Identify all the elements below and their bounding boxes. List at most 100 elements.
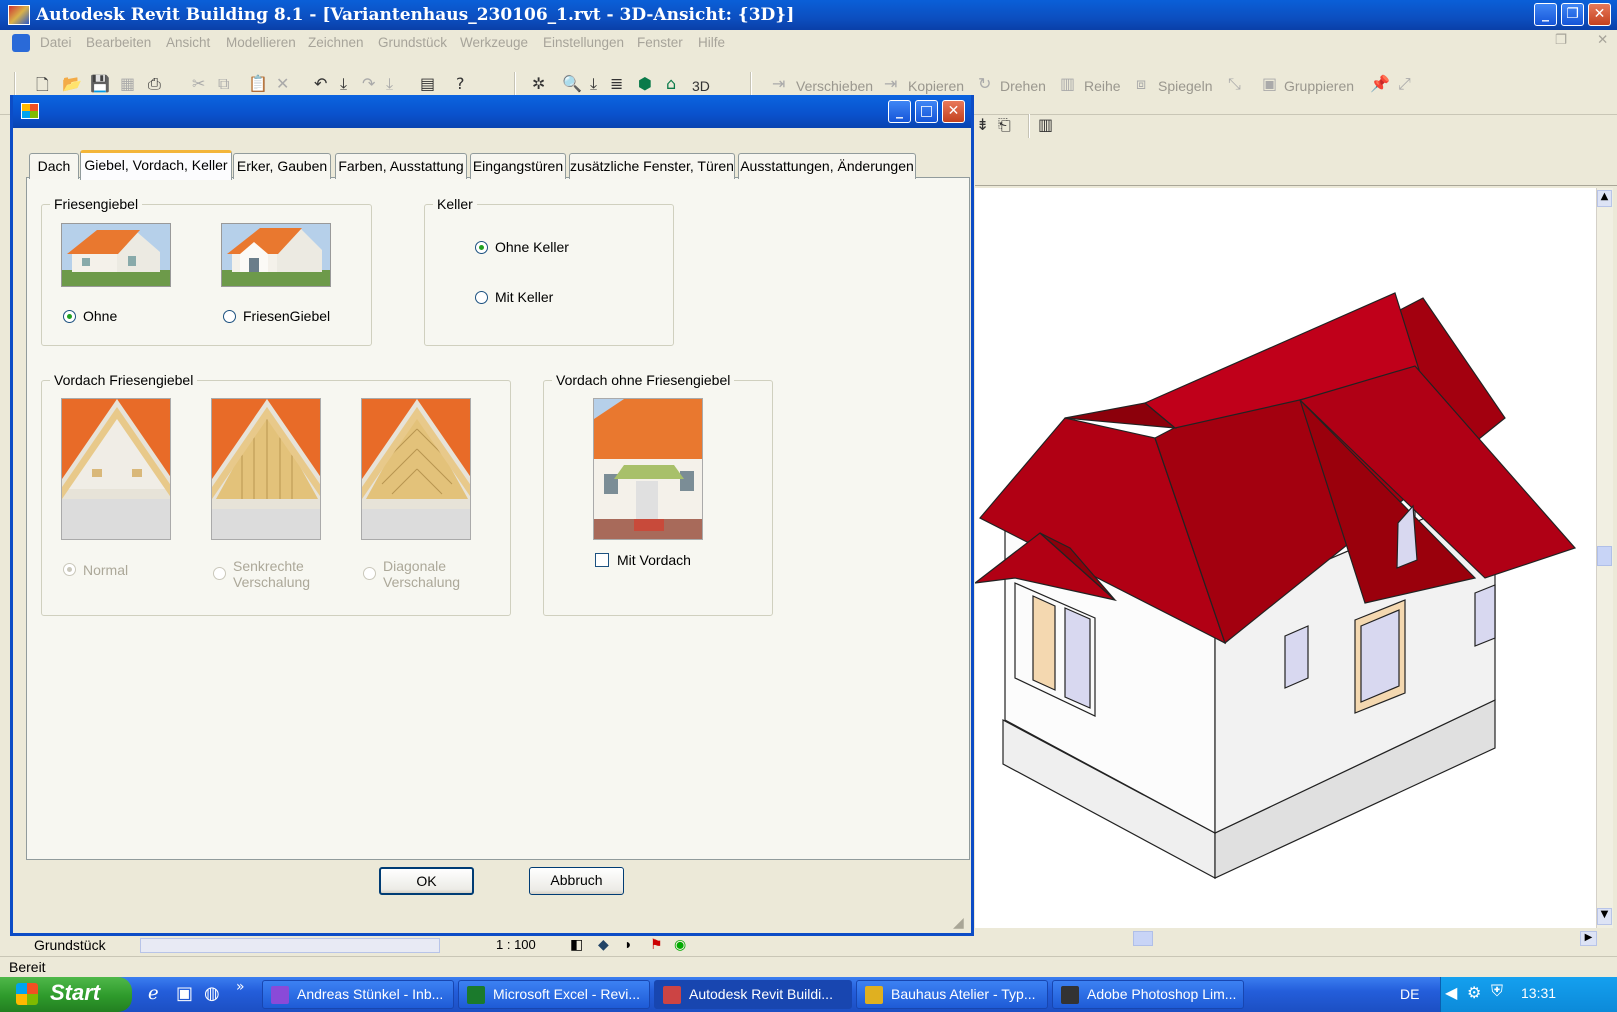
task-excel[interactable]: Microsoft Excel - Revi... [458, 980, 650, 1009]
group-icon[interactable]: ▣ [1262, 74, 1277, 93]
mirror-icon[interactable]: ⧈ [1136, 74, 1146, 94]
tab-giebel-vordach-keller[interactable]: Giebel, Vordach, Keller [80, 150, 232, 180]
radio-ohne-keller[interactable] [475, 241, 488, 254]
radio-mit-keller[interactable] [475, 291, 488, 304]
menu-einstellungen[interactable]: Einstellungen [543, 35, 624, 50]
kopieren-button[interactable]: Kopieren [908, 78, 964, 94]
menu-zeichnen[interactable]: Zeichnen [308, 35, 364, 50]
3d-house-icon[interactable]: ⌂ [666, 74, 676, 93]
dialog-title-bar[interactable]: _ □ ✕ [13, 95, 971, 128]
scroll-right-icon[interactable]: ▶ [1580, 931, 1597, 946]
print-icon[interactable]: ⎙ [148, 74, 161, 94]
desktop-icon[interactable]: ▣ [176, 983, 193, 1004]
tab-eingangstueren[interactable]: Eingangstüren [470, 153, 566, 179]
ok-button[interactable]: OK [379, 867, 474, 895]
horizontal-scrollbar[interactable]: ▶ [975, 928, 1613, 948]
chart-tool-icon[interactable]: ▥ [1038, 115, 1053, 134]
view-3d-button[interactable]: 3D [692, 78, 710, 94]
tab-zusaetzliche-fenster[interactable]: zusätzliche Fenster, Türen [569, 153, 735, 179]
project-browser-icon[interactable]: ▤ [420, 74, 435, 93]
gruppieren-button[interactable]: Gruppieren [1284, 78, 1354, 94]
radio-senkrechte[interactable] [213, 567, 226, 580]
scroll-thumb[interactable] [1597, 546, 1612, 566]
zoom-icon[interactable]: 🔍 [562, 74, 582, 93]
mdi-close-icon[interactable]: ✕ [1597, 32, 1608, 48]
start-button[interactable]: Start [0, 977, 132, 1012]
ie-icon[interactable]: ℯ [148, 983, 159, 1004]
verschieben-button[interactable]: Verschieben [796, 78, 873, 94]
thin-lines-icon[interactable]: ≣ [610, 74, 623, 93]
delete-icon[interactable]: ✕ [276, 74, 289, 93]
radio-normal[interactable] [63, 563, 76, 576]
dialog-minimize-icon[interactable]: _ [888, 100, 911, 123]
menu-ansicht[interactable]: Ansicht [166, 35, 210, 50]
zoom-list-icon[interactable]: ⤓ [590, 74, 597, 94]
task-andreas[interactable]: Andreas Stünkel - Inb... [262, 980, 454, 1009]
move-icon[interactable]: ⇥ [772, 74, 785, 93]
scroll-down-icon[interactable]: ▼ [1597, 908, 1612, 925]
rotate-icon[interactable]: ↻ [978, 74, 991, 93]
3d-view[interactable] [972, 188, 1596, 928]
mdi-restore-icon[interactable]: ❐ [1555, 32, 1567, 48]
level-scrollbar[interactable] [140, 938, 440, 953]
temp-hide-icon[interactable]: ◉ [674, 936, 686, 953]
revit-app-icon[interactable] [8, 5, 30, 25]
mit-vordach-checkbox[interactable] [595, 553, 609, 567]
resize-grip-icon[interactable]: ◢ [953, 915, 964, 931]
menu-modellieren[interactable]: Modellieren [226, 35, 296, 50]
task-revit[interactable]: Autodesk Revit Buildi... [654, 980, 852, 1009]
reihe-button[interactable]: Reihe [1084, 78, 1121, 94]
pin-icon[interactable]: 📌 [1370, 74, 1390, 93]
tab-farben-ausstattung[interactable]: Farben, Ausstattung [335, 153, 467, 179]
undo-list-icon[interactable]: ⤓ [340, 74, 347, 94]
redo-icon[interactable]: ↷ [362, 74, 375, 93]
crop-icon[interactable]: ⚑ [650, 936, 663, 953]
restore-icon[interactable]: ❐ [1561, 3, 1584, 26]
tool-icon-b[interactable]: ⎗ [998, 115, 1011, 135]
model-graphics-icon[interactable]: ◆ [598, 936, 609, 953]
help-icon[interactable]: ? [456, 74, 465, 93]
minimize-icon[interactable]: _ [1534, 3, 1557, 26]
browser-icon[interactable]: ◍ [204, 983, 220, 1004]
cut-icon[interactable]: ✂ [192, 74, 205, 93]
cancel-button[interactable]: Abbruch [529, 867, 624, 895]
menu-fenster[interactable]: Fenster [637, 35, 683, 50]
quicklaunch-more-icon[interactable]: » [236, 979, 245, 995]
detail-level-icon[interactable]: ◧ [570, 936, 583, 953]
save-icon[interactable]: 💾 [90, 74, 110, 93]
tool-icon-a[interactable]: ⇟ [976, 115, 989, 134]
menu-bearbeiten[interactable]: Bearbeiten [86, 35, 151, 50]
dialog-close-icon[interactable]: ✕ [942, 100, 965, 123]
hscroll-thumb[interactable] [1133, 931, 1153, 946]
copy-tool-icon[interactable]: ⇥ [884, 74, 897, 93]
shadows-icon[interactable]: ◗ [624, 936, 632, 952]
scale-label[interactable]: 1 : 100 [496, 937, 536, 952]
menu-hilfe[interactable]: Hilfe [698, 35, 725, 50]
array-icon[interactable]: ▥ [1060, 74, 1075, 93]
document-icon[interactable] [12, 34, 30, 52]
network-icon[interactable]: ⚙ [1467, 983, 1481, 1003]
tab-dach[interactable]: Dach [29, 153, 79, 179]
menu-datei[interactable]: Datei [40, 35, 72, 50]
language-indicator[interactable]: DE [1400, 986, 1419, 1002]
radio-ohne[interactable] [63, 310, 76, 323]
redo-list-icon[interactable]: ⤓ [386, 74, 393, 94]
menu-werkzeuge[interactable]: Werkzeuge [460, 35, 528, 50]
copy-icon[interactable]: ⧉ [218, 74, 229, 94]
scroll-up-icon[interactable]: ▲ [1597, 190, 1612, 207]
unpin-icon[interactable]: ⤢ [1398, 74, 1411, 94]
tab-ausstattungen-aenderungen[interactable]: Ausstattungen, Änderungen [738, 153, 916, 179]
open-icon[interactable]: 📂 [62, 74, 82, 93]
close-icon[interactable]: ✕ [1588, 3, 1611, 26]
resize-icon[interactable]: ⤡ [1228, 74, 1241, 94]
drehen-button[interactable]: Drehen [1000, 78, 1046, 94]
save-all-icon[interactable]: ▦ [120, 74, 135, 93]
undo-icon[interactable]: ↶ [314, 74, 327, 93]
task-bauhaus[interactable]: Bauhaus Atelier - Typ... [856, 980, 1048, 1009]
settings-icon[interactable]: ✲ [532, 74, 545, 93]
security-icon[interactable]: ⛨ [1491, 983, 1503, 1001]
menu-grundstueck[interactable]: Grundstück [378, 35, 447, 50]
spiegeln-button[interactable]: Spiegeln [1158, 78, 1213, 94]
clock[interactable]: 13:31 [1521, 985, 1556, 1001]
radio-diagonale[interactable] [363, 567, 376, 580]
